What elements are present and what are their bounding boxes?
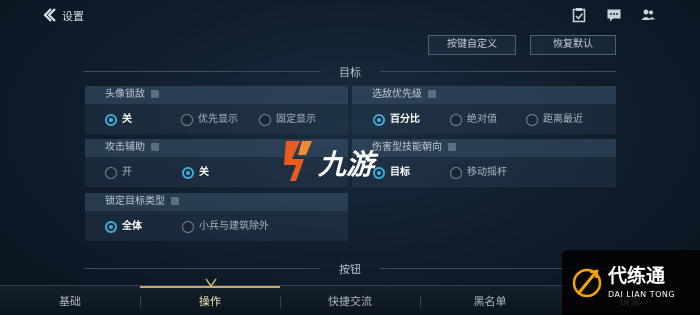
friends-icon[interactable] — [640, 7, 656, 23]
option-label: 固定显示 — [276, 114, 316, 125]
divider — [380, 71, 616, 72]
watermark: 九游 — [282, 137, 442, 187]
top-bar: 设置 — [0, 0, 700, 32]
tab-quick-chat[interactable]: 快捷交流 — [280, 293, 420, 309]
tab-caret-icon — [205, 278, 217, 288]
section-header-target: 目标 — [84, 64, 616, 79]
nine-game-logo-icon — [284, 141, 312, 181]
info-icon[interactable] — [151, 143, 159, 151]
option-label: 百分比 — [390, 114, 420, 125]
radio-icon — [181, 114, 193, 126]
option-label: 绝对值 — [467, 114, 497, 125]
logo-main-text: 代练通 — [608, 265, 666, 287]
panel-enemy-priority: 选敌优先级 百分比 绝对值 距离最近 — [352, 86, 616, 134]
option-label: 关 — [122, 114, 132, 125]
tab-basic[interactable]: 基础 — [0, 293, 140, 309]
panel-title: 头像锁敌 — [85, 86, 348, 104]
panel-title-text: 头像锁敌 — [105, 89, 145, 100]
radio-selected-icon — [373, 114, 385, 126]
section-title: 目标 — [339, 66, 361, 79]
radio-icon — [259, 114, 271, 126]
radio-icon — [526, 114, 538, 126]
option-label: 距离最近 — [543, 114, 583, 125]
chat-icon[interactable] — [606, 7, 622, 23]
panel-title-text: 选敌优先级 — [372, 89, 422, 100]
clipboard-check-icon[interactable] — [571, 7, 587, 23]
section-header-buttons: 按钮 — [84, 261, 616, 276]
radio-icon — [105, 167, 117, 179]
info-icon[interactable] — [428, 90, 436, 98]
option-label: 小兵与建筑除外 — [199, 221, 269, 232]
tab-blacklist[interactable]: 黑名单 — [420, 293, 560, 309]
radio-icon — [182, 221, 194, 233]
option-label: 优先显示 — [198, 114, 238, 125]
logo-sub-text: DAI LIAN TONG — [608, 290, 676, 299]
custom-keys-button[interactable]: 按键自定义 — [428, 35, 516, 55]
sword-logo-icon — [572, 268, 602, 298]
back-arrow-icon[interactable] — [40, 6, 58, 24]
radio-selected-icon — [105, 114, 117, 126]
panel-avatar-lock: 头像锁敌 关 优先显示 固定显示 — [85, 86, 348, 134]
page-title: 设置 — [62, 10, 84, 23]
panel-lock-target-type: 锁定目标类型 全体 小兵与建筑除外 — [85, 193, 348, 241]
radio-selected-icon — [105, 221, 117, 233]
option-label: 关 — [199, 167, 209, 178]
panel-title: 选敌优先级 — [352, 86, 616, 104]
radio-selected-icon — [182, 167, 194, 179]
info-icon[interactable] — [171, 197, 179, 205]
option-label: 移动摇杆 — [467, 167, 507, 178]
radio-icon — [450, 114, 462, 126]
info-icon[interactable] — [151, 90, 159, 98]
corner-logo: 代练通 DAI LIAN TONG — [562, 250, 700, 315]
watermark-text: 九游 — [318, 148, 375, 181]
radio-icon — [450, 167, 462, 179]
panel-title-text: 攻击辅助 — [105, 142, 145, 153]
option-label: 开 — [122, 167, 132, 178]
option-label: 全体 — [122, 221, 142, 232]
tab-operation[interactable]: 操作 — [140, 293, 280, 309]
info-icon[interactable] — [448, 143, 456, 151]
panel-title: 锁定目标类型 — [85, 193, 348, 211]
panel-title-text: 锁定目标类型 — [105, 196, 165, 207]
restore-default-button[interactable]: 恢复默认 — [530, 35, 616, 55]
section-title: 按钮 — [339, 263, 361, 276]
